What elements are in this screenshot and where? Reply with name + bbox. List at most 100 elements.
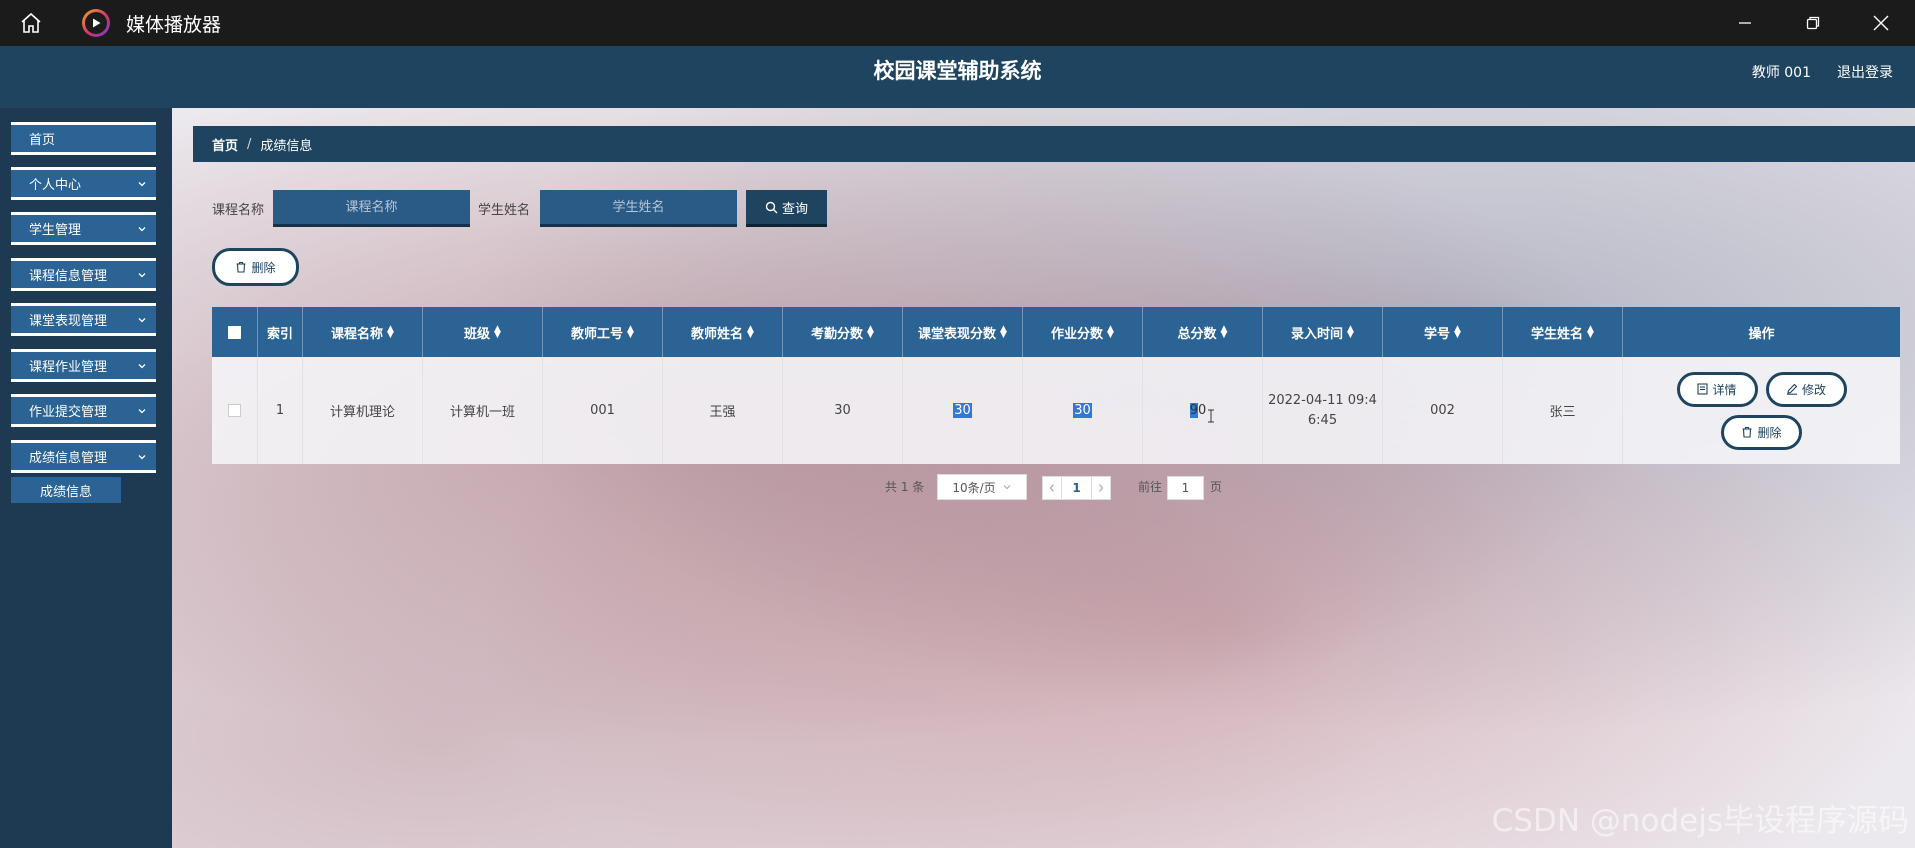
sort-icon[interactable]: ▲ ▼ bbox=[747, 325, 754, 340]
current-page-number[interactable]: 1 bbox=[1062, 476, 1091, 500]
row-delete-button[interactable]: 删除 bbox=[1721, 414, 1802, 450]
detail-button[interactable]: 详情 bbox=[1676, 371, 1758, 407]
sort-icon[interactable]: ▲ ▼ bbox=[387, 325, 394, 340]
column-header-teacher-id[interactable]: 教师工号 ▲ ▼ bbox=[543, 307, 663, 357]
next-page-button[interactable] bbox=[1091, 476, 1111, 500]
row-select-cell bbox=[212, 357, 258, 464]
cell-actions: 详情 修改 删除 bbox=[1623, 357, 1900, 464]
restore-button[interactable] bbox=[1779, 0, 1847, 46]
chevron-down-icon bbox=[138, 318, 146, 323]
breadcrumb-home[interactable]: 首页 bbox=[212, 135, 238, 154]
column-header-label: 学号 bbox=[1424, 326, 1451, 342]
column-header-label: 课程名称 bbox=[331, 326, 384, 342]
close-button[interactable] bbox=[1847, 0, 1915, 46]
column-header-total[interactable]: 总分数 ▲ ▼ bbox=[1143, 307, 1263, 357]
sidebar-item-home[interactable]: 首页 bbox=[11, 122, 156, 155]
query-button[interactable]: 查询 bbox=[746, 190, 827, 227]
sort-icon[interactable]: ▲ ▼ bbox=[1107, 325, 1114, 340]
column-header-course[interactable]: 课程名称 ▲ ▼ bbox=[303, 307, 423, 357]
selected-text: 30 bbox=[953, 403, 972, 418]
sort-icon[interactable]: ▲ ▼ bbox=[867, 325, 874, 340]
sidebar-item-grade-info-management[interactable]: 成绩信息管理 bbox=[11, 440, 156, 473]
edit-icon bbox=[1786, 383, 1798, 395]
sort-icon[interactable]: ▲ ▼ bbox=[1454, 325, 1461, 340]
goto-prefix: 前往 bbox=[1138, 480, 1163, 494]
cell-student-id: 002 bbox=[1383, 357, 1503, 464]
edit-button-label: 修改 bbox=[1801, 382, 1826, 397]
row-checkbox[interactable] bbox=[228, 404, 241, 417]
sidebar-item-course-homework-management[interactable]: 课程作业管理 bbox=[11, 349, 156, 382]
sidebar-item-personal-center[interactable]: 个人中心 bbox=[11, 167, 156, 200]
column-header-entry-time[interactable]: 录入时间 ▲ ▼ bbox=[1263, 307, 1383, 357]
sort-icon[interactable]: ▲ ▼ bbox=[1221, 325, 1228, 340]
sidebar-item-label: 课程信息管理 bbox=[29, 269, 108, 284]
sidebar-item-label: 课堂表现管理 bbox=[29, 314, 108, 329]
sidebar-item-student-management[interactable]: 学生管理 bbox=[11, 212, 156, 245]
app-title: 媒体播放器 bbox=[126, 13, 222, 36]
column-header-attendance[interactable]: 考勤分数 ▲ ▼ bbox=[783, 307, 903, 357]
page-size-select[interactable]: 10条/页 bbox=[937, 474, 1027, 500]
sidebar-item-label: 首页 bbox=[29, 133, 56, 148]
total-value: 90 bbox=[1189, 403, 1207, 418]
close-icon bbox=[1873, 15, 1889, 31]
cell-teacher-id: 001 bbox=[543, 357, 663, 464]
trash-icon bbox=[1742, 426, 1752, 438]
bulk-delete-button[interactable]: 删除 bbox=[212, 248, 299, 286]
sidebar-item-class-performance-management[interactable]: 课堂表现管理 bbox=[11, 303, 156, 336]
cell-performance: 30 bbox=[903, 357, 1023, 464]
sidebar-item-label: 成绩信息管理 bbox=[29, 451, 108, 466]
sort-icon[interactable]: ▲ ▼ bbox=[494, 325, 501, 340]
sidebar: 首页 个人中心 学生管理 课程信息管理 课堂表现管理 课程作业管理 作业提交管理… bbox=[0, 108, 172, 848]
column-header-label: 操作 bbox=[1748, 326, 1775, 342]
sidebar-subitem-grade-info[interactable]: 成绩信息 bbox=[11, 477, 121, 503]
select-all-checkbox[interactable] bbox=[228, 325, 241, 339]
prev-page-button[interactable] bbox=[1042, 476, 1062, 500]
chevron-down-icon bbox=[1003, 485, 1011, 490]
query-button-label: 查询 bbox=[781, 201, 808, 217]
course-name-input[interactable] bbox=[273, 190, 470, 227]
page-size-value: 10条/页 bbox=[952, 480, 996, 495]
sort-icon[interactable]: ▲ ▼ bbox=[1347, 325, 1354, 340]
selected-text: 30 bbox=[1073, 403, 1092, 418]
sort-icon[interactable]: ▲ ▼ bbox=[1587, 325, 1594, 340]
edit-button[interactable]: 修改 bbox=[1765, 371, 1847, 407]
cell-total: 90 bbox=[1143, 357, 1263, 464]
minimize-button[interactable] bbox=[1711, 0, 1779, 46]
chevron-down-icon bbox=[138, 273, 146, 278]
column-header-label: 考勤分数 bbox=[811, 326, 864, 342]
column-header-class[interactable]: 班级 ▲ ▼ bbox=[423, 307, 543, 357]
column-header-student-name[interactable]: 学生姓名 ▲ ▼ bbox=[1503, 307, 1623, 357]
column-header-performance[interactable]: 课堂表现分数 ▲ ▼ bbox=[903, 307, 1023, 357]
chevron-down-icon bbox=[138, 227, 146, 232]
cell-teacher-name: 王强 bbox=[663, 357, 783, 464]
column-header-label: 教师姓名 bbox=[691, 326, 744, 342]
chevron-left-icon bbox=[1049, 484, 1054, 492]
column-header-index: 索引 bbox=[258, 307, 303, 357]
sort-icon[interactable]: ▲ ▼ bbox=[1000, 325, 1007, 340]
sidebar-item-course-info-management[interactable]: 课程信息管理 bbox=[11, 258, 156, 291]
student-name-input[interactable] bbox=[540, 190, 737, 227]
cell-attendance: 30 bbox=[783, 357, 903, 464]
breadcrumb: 首页 / 成绩信息 bbox=[193, 126, 1915, 162]
column-header-homework[interactable]: 作业分数 ▲ ▼ bbox=[1023, 307, 1143, 357]
restore-icon bbox=[1806, 16, 1820, 30]
goto-page-input[interactable]: 1 bbox=[1167, 476, 1204, 500]
main-content: 首页 / 成绩信息 课程名称 学生姓名 查询 删除 索引 课程名称▲▼ 班级▲▼… bbox=[172, 108, 1915, 848]
home-button[interactable] bbox=[0, 0, 62, 46]
chevron-down-icon bbox=[138, 364, 146, 369]
sidebar-item-label: 个人中心 bbox=[29, 178, 82, 193]
logout-link[interactable]: 退出登录 bbox=[1837, 62, 1893, 82]
sort-icon[interactable]: ▲ ▼ bbox=[627, 325, 634, 340]
sidebar-item-homework-submission-management[interactable]: 作业提交管理 bbox=[11, 394, 156, 427]
document-icon bbox=[1697, 383, 1709, 395]
watermark-text: CSDN @nodejs毕设程序源码 bbox=[1491, 803, 1909, 839]
cell-index: 1 bbox=[258, 357, 303, 464]
column-header-teacher-name[interactable]: 教师姓名 ▲ ▼ bbox=[663, 307, 783, 357]
chevron-down-icon bbox=[138, 455, 146, 460]
entry-time-line2: 6:45 bbox=[1307, 412, 1338, 428]
trash-icon bbox=[236, 261, 246, 273]
column-header-student-id[interactable]: 学号 ▲ ▼ bbox=[1383, 307, 1503, 357]
breadcrumb-current: 成绩信息 bbox=[260, 138, 313, 154]
column-header-label: 课堂表现分数 bbox=[918, 326, 997, 342]
sidebar-item-label: 学生管理 bbox=[29, 223, 82, 238]
